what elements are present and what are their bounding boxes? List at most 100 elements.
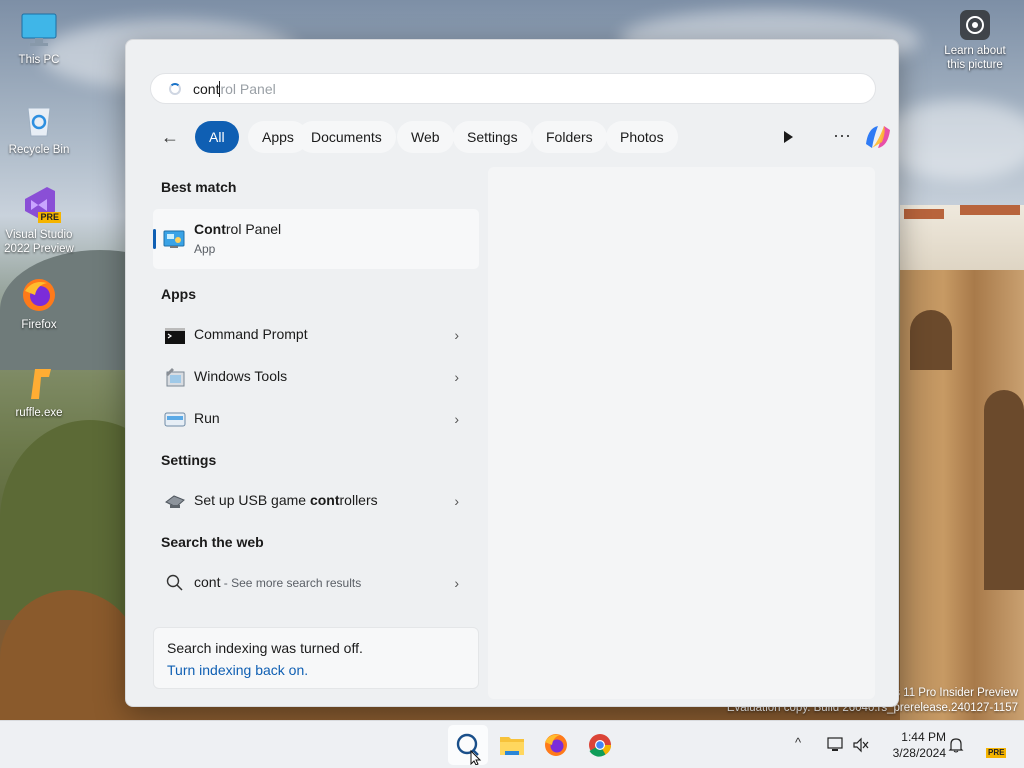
desktop-icon-label: Recycle Bin bbox=[8, 144, 70, 156]
taskbar: ^ 1:44 PM 3/28/2024 PRE bbox=[0, 720, 1024, 768]
search-query-text: control Panel bbox=[193, 81, 276, 97]
ruffle-icon bbox=[19, 363, 59, 403]
turn-indexing-on-link[interactable]: Turn indexing back on. bbox=[167, 662, 308, 678]
run-icon bbox=[164, 408, 186, 430]
wallpaper-houses bbox=[900, 205, 1024, 280]
result-usb-game-controllers[interactable]: Set up USB game controllers › bbox=[153, 481, 479, 521]
taskbar-firefox[interactable] bbox=[536, 725, 576, 765]
filter-photos[interactable]: Photos bbox=[606, 121, 678, 153]
desktop-icon-ruffle[interactable]: ruffle.exe bbox=[0, 363, 78, 420]
filter-folders[interactable]: Folders bbox=[532, 121, 607, 153]
loading-spinner-icon bbox=[169, 83, 181, 95]
selection-indicator bbox=[153, 229, 156, 249]
desktop-icon-recycle-bin[interactable]: Recycle Bin bbox=[0, 100, 78, 157]
search-web-heading: Search the web bbox=[161, 534, 264, 550]
chevron-right-icon[interactable]: › bbox=[454, 575, 459, 591]
result-command-prompt[interactable]: Command Prompt › bbox=[153, 315, 479, 355]
desktop-icon-label: Firefox bbox=[21, 319, 57, 331]
result-label-prefix: Set up USB game bbox=[194, 492, 310, 508]
preview-pane bbox=[488, 167, 875, 699]
apps-heading: Apps bbox=[161, 286, 196, 302]
filter-documents[interactable]: Documents bbox=[297, 121, 396, 153]
chevron-right-icon[interactable]: › bbox=[454, 493, 459, 509]
learn-about-picture-button[interactable]: Learn about this picture bbox=[936, 10, 1014, 72]
best-match-title: Control Panel bbox=[194, 221, 281, 237]
best-match-title-rest: rol Panel bbox=[225, 221, 282, 237]
search-filter-bar: ← All Apps Documents Web Settings Folder… bbox=[150, 121, 890, 153]
chevron-right-icon[interactable]: › bbox=[454, 327, 459, 343]
settings-heading: Settings bbox=[161, 452, 217, 468]
network-icon[interactable] bbox=[826, 735, 846, 755]
volume-muted-icon[interactable] bbox=[851, 735, 871, 755]
search-panel: control Panel ← All Apps Documents Web S… bbox=[125, 39, 899, 707]
taskbar-search-button[interactable] bbox=[448, 725, 488, 766]
wallpaper-arch bbox=[910, 310, 952, 370]
web-query-text: cont bbox=[194, 574, 221, 590]
copilot-icon[interactable] bbox=[862, 122, 894, 152]
folder-icon bbox=[500, 737, 524, 755]
search-autocomplete-text: rol Panel bbox=[220, 81, 276, 97]
desktop-icon-label: This PC bbox=[18, 54, 60, 66]
notification-bell-icon[interactable] bbox=[946, 735, 966, 755]
desktop-icon-label: Visual Studio 2022 Preview bbox=[4, 229, 74, 255]
desktop-icon-label: ruffle.exe bbox=[15, 407, 63, 419]
result-label: Command Prompt bbox=[194, 326, 308, 342]
control-panel-icon bbox=[163, 228, 185, 250]
best-match-control-panel[interactable]: Control Panel App bbox=[153, 209, 479, 269]
result-run[interactable]: Run › bbox=[153, 399, 479, 439]
result-label: Windows Tools bbox=[194, 368, 288, 384]
insider-pre-badge: PRE bbox=[986, 748, 1007, 758]
monitor-icon bbox=[19, 10, 59, 50]
wallpaper-cloud bbox=[880, 100, 1024, 180]
chrome-icon bbox=[589, 734, 611, 757]
chevron-right-icon[interactable]: › bbox=[454, 369, 459, 385]
desktop-icon-visual-studio[interactable]: PRE Visual Studio 2022 Preview bbox=[0, 185, 78, 256]
visual-studio-icon: PRE bbox=[19, 185, 61, 225]
result-windows-tools[interactable]: Windows Tools › bbox=[153, 357, 479, 397]
search-input[interactable]: control Panel bbox=[150, 73, 876, 104]
learn-about-picture-label: Learn about this picture bbox=[944, 45, 1006, 71]
best-match-type: App bbox=[194, 242, 216, 256]
wallpaper-bridge bbox=[900, 270, 1024, 720]
firefox-icon bbox=[545, 734, 567, 756]
search-icon bbox=[456, 733, 482, 766]
desktop-icon-firefox[interactable]: Firefox bbox=[0, 275, 78, 332]
clock-date: 3/28/2024 bbox=[892, 746, 946, 760]
windows-tools-icon bbox=[164, 366, 186, 388]
firefox-icon bbox=[19, 275, 59, 315]
taskbar-chrome[interactable] bbox=[580, 725, 620, 765]
pre-badge: PRE bbox=[38, 212, 61, 223]
best-match-title-bold: Cont bbox=[194, 221, 226, 237]
search-typed-text: cont bbox=[193, 81, 220, 97]
result-label-bold: cont bbox=[309, 492, 340, 508]
play-icon[interactable] bbox=[778, 127, 798, 147]
search-icon bbox=[165, 573, 187, 595]
result-web-search[interactable]: cont - See more search results › bbox=[153, 563, 479, 603]
wallpaper-cliff bbox=[0, 590, 140, 720]
indexing-notice: Search indexing was turned off. Turn ind… bbox=[153, 627, 479, 689]
filter-all[interactable]: All bbox=[195, 121, 239, 153]
best-match-heading: Best match bbox=[161, 179, 237, 195]
wallpaper-arch bbox=[984, 390, 1024, 590]
camera-icon bbox=[960, 10, 990, 40]
result-label: Set up USB game controllers bbox=[194, 492, 378, 508]
results-list: Best match Control Panel App Apps Comman… bbox=[150, 168, 482, 698]
taskbar-file-explorer[interactable] bbox=[492, 725, 532, 765]
game-controller-icon bbox=[164, 490, 186, 512]
chevron-right-icon[interactable]: › bbox=[454, 411, 459, 427]
command-prompt-icon bbox=[164, 325, 186, 347]
wallpaper-roof bbox=[960, 205, 1020, 215]
desktop-icon-this-pc[interactable]: This PC bbox=[0, 10, 78, 67]
back-arrow-icon[interactable]: ← bbox=[158, 125, 182, 149]
filter-settings[interactable]: Settings bbox=[453, 121, 532, 153]
web-hint-text: - See more search results bbox=[220, 576, 362, 590]
filter-web[interactable]: Web bbox=[397, 121, 454, 153]
more-options-icon[interactable]: ··· bbox=[830, 121, 854, 153]
result-label: cont - See more search results bbox=[194, 574, 361, 590]
indexing-message: Search indexing was turned off. bbox=[167, 640, 363, 656]
show-hidden-icons-chevron[interactable]: ^ bbox=[795, 735, 801, 750]
clock-time: 1:44 PM bbox=[901, 730, 946, 744]
taskbar-clock[interactable]: 1:44 PM 3/28/2024 bbox=[876, 729, 946, 761]
wallpaper-roof bbox=[904, 209, 944, 219]
recycle-bin-icon bbox=[19, 100, 59, 140]
